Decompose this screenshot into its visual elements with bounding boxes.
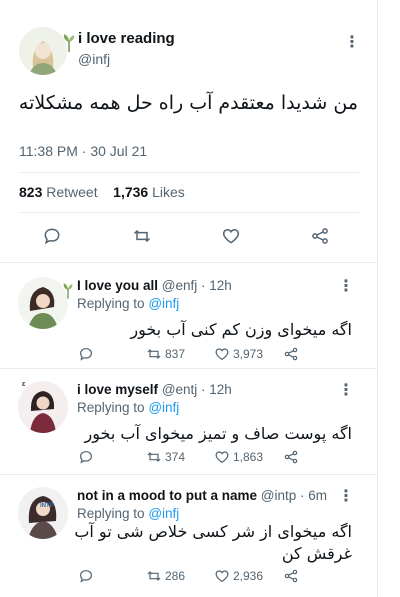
replying-prefix: Replying to — [77, 296, 145, 311]
reply-tweet[interactable]: INTP not in a mood to put a name @intp ·… — [0, 475, 378, 593]
like-count[interactable]: 1,736 — [113, 184, 148, 200]
share-icon[interactable] — [310, 226, 330, 246]
retweet-button[interactable]: 374 — [146, 449, 185, 465]
avatar[interactable] — [18, 277, 68, 329]
divider — [19, 172, 359, 173]
replying-to: Replying to @infj — [77, 400, 179, 415]
tweet-text: من شدیدا معتقدم آب راه حل همه مشکلاته — [18, 92, 358, 114]
avatar[interactable] — [18, 381, 68, 433]
reply-tweet[interactable]: ε i love myself @entj · 12h ⋮ Replying t… — [0, 369, 378, 475]
reply-author[interactable]: I love you all @enfj · 12h — [77, 278, 232, 293]
reply-author[interactable]: not in a mood to put a name @intp · 6m — [77, 488, 327, 503]
more-options-icon[interactable]: ⋮ — [338, 383, 354, 399]
share-icon[interactable] — [283, 346, 299, 362]
author-name[interactable]: I love you all — [77, 278, 158, 293]
replying-prefix: Replying to — [77, 506, 145, 521]
like-label[interactable]: Likes — [152, 184, 185, 200]
retweet-count: 837 — [165, 347, 186, 361]
more-options-icon[interactable]: ⋮ — [338, 279, 354, 295]
reply-text: اگه میخوای از شر کسی خلاص شی تو آب غرقش … — [62, 521, 352, 565]
avatar[interactable] — [18, 487, 68, 539]
replying-to: Replying to @infj — [77, 296, 179, 311]
reply-author[interactable]: i love myself @entj · 12h — [77, 382, 232, 397]
reply-text: اگه پوست صاف و تمیز میخوای آب بخور — [84, 424, 352, 443]
like-icon — [215, 570, 229, 583]
divider — [19, 212, 359, 213]
retweet-label[interactable]: Retweet — [46, 184, 97, 200]
retweet-icon[interactable] — [132, 226, 152, 246]
author-handle[interactable]: @infj — [78, 51, 110, 67]
retweet-icon — [147, 571, 161, 581]
comment-icon[interactable] — [78, 568, 94, 584]
retweet-count: 286 — [165, 569, 186, 583]
tweet-timestamp[interactable]: 11:38 PM · 30 Jul 21 — [19, 143, 147, 159]
like-count: 1,863 — [233, 450, 264, 464]
replying-handle-link[interactable]: @infj — [148, 506, 179, 521]
like-count: 3,973 — [233, 347, 264, 361]
tweet-actions — [0, 223, 378, 251]
like-count: 2,936 — [233, 569, 264, 583]
retweet-button[interactable]: 837 — [146, 346, 185, 362]
author-meta: @enfj · 12h — [161, 278, 232, 293]
reply-tweet[interactable]: I love you all @enfj · 12h ⋮ Replying to… — [0, 265, 378, 369]
plant-badge-icon — [63, 34, 75, 52]
reply-text-line: غرقش کن — [281, 544, 352, 563]
author-meta: @entj · 12h — [161, 382, 232, 397]
avatar[interactable] — [19, 27, 67, 75]
replying-handle-link[interactable]: @infj — [148, 296, 179, 311]
author-name[interactable]: i love myself — [77, 382, 158, 397]
plant-badge-icon — [63, 283, 73, 299]
more-options-icon[interactable]: ⋮ — [344, 35, 360, 51]
author-name[interactable]: not in a mood to put a name — [77, 488, 257, 503]
like-icon — [215, 451, 229, 464]
like-button[interactable]: 2,936 — [214, 568, 263, 584]
tweet-stats: 823 Retweet 1,736 Likes — [19, 184, 185, 200]
intp-badge-icon: INTP — [40, 503, 54, 509]
retweet-button[interactable]: 286 — [146, 568, 185, 584]
replying-prefix: Replying to — [77, 400, 145, 415]
replying-to: Replying to @infj — [77, 506, 179, 521]
entj-badge-icon: ε — [22, 381, 26, 388]
reply-text-line: اگه میخوای از شر کسی خلاص شی تو آب — [74, 522, 352, 541]
reply-text: اگه میخوای وزن کم کنی آب بخور — [130, 320, 352, 339]
like-button[interactable]: 1,863 — [214, 449, 263, 465]
retweet-count[interactable]: 823 — [19, 184, 42, 200]
replying-handle-link[interactable]: @infj — [148, 400, 179, 415]
author-meta: @intp · 6m — [260, 488, 327, 503]
share-icon[interactable] — [283, 568, 299, 584]
comment-icon[interactable] — [42, 226, 62, 246]
comment-icon[interactable] — [78, 449, 94, 465]
author-name[interactable]: i love reading — [78, 30, 175, 47]
retweet-icon — [147, 452, 161, 462]
like-icon[interactable] — [221, 226, 241, 246]
comment-icon[interactable] — [78, 346, 94, 362]
like-icon — [215, 348, 229, 361]
retweet-icon — [147, 349, 161, 359]
more-options-icon[interactable]: ⋮ — [338, 489, 354, 505]
like-button[interactable]: 3,973 — [214, 346, 263, 362]
share-icon[interactable] — [283, 449, 299, 465]
retweet-count: 374 — [165, 450, 186, 464]
divider — [0, 262, 378, 263]
screenshot-frame: i love reading @infj ⋮ من شدیدا معتقدم آ… — [0, 0, 400, 597]
